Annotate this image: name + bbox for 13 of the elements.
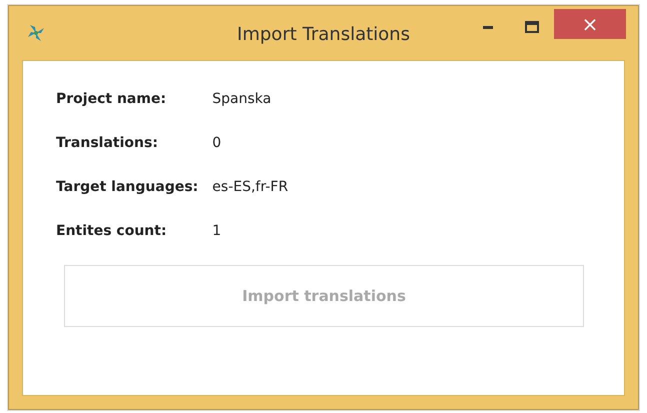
minimize-icon	[483, 26, 493, 28]
field-value: Spanska	[212, 91, 272, 107]
field-label: Entites count:	[56, 223, 168, 239]
field-label: Translations:	[56, 135, 159, 151]
field-value: 0	[212, 135, 222, 151]
pinwheel-icon	[26, 23, 46, 43]
maximize-icon	[525, 21, 539, 33]
field-value: 1	[212, 223, 222, 239]
field-label: Target languages:	[56, 179, 198, 195]
field-value: es-ES,fr-FR	[212, 179, 290, 195]
close-button[interactable]: ×	[554, 9, 626, 39]
window-title: Import Translations	[237, 24, 410, 44]
field-label: Project name:	[56, 91, 168, 107]
